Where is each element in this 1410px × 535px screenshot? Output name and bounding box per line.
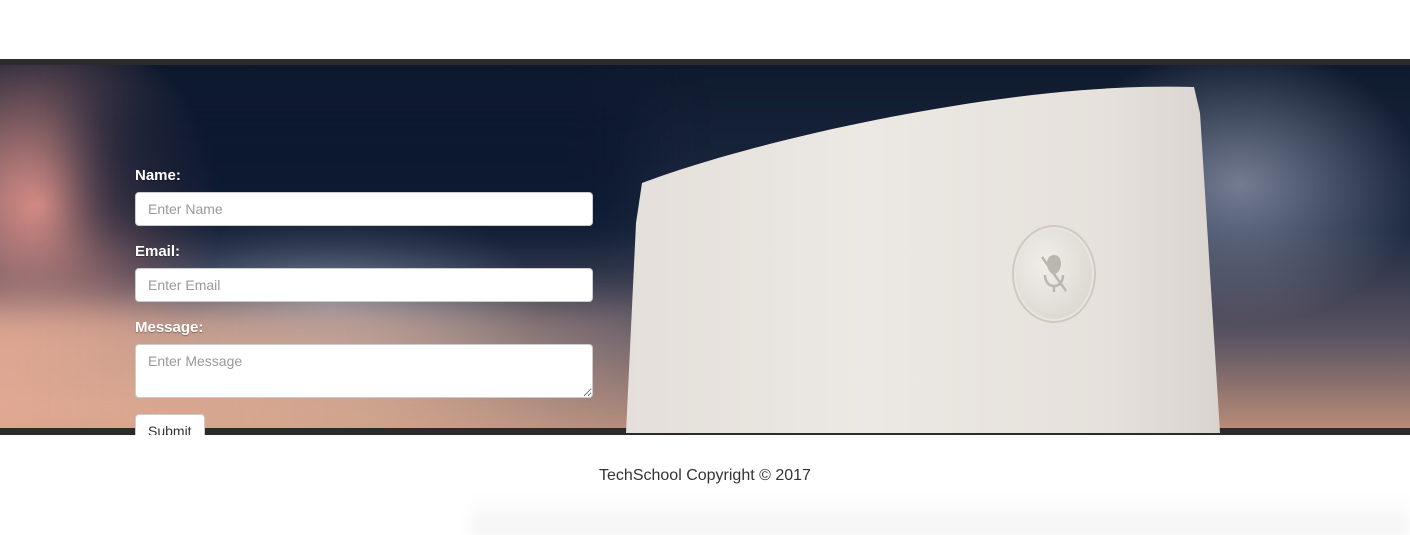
top-spacer [0, 0, 1410, 59]
contact-form: Name: Email: Message: Submit [135, 166, 593, 448]
name-input[interactable] [135, 192, 593, 226]
email-label: Email: [135, 243, 181, 260]
message-label: Message: [135, 319, 204, 336]
footer-shadow [470, 495, 1410, 535]
email-input[interactable] [135, 268, 593, 302]
hero-section: Name: Email: Message: Submit [0, 59, 1410, 448]
copyright-text: TechSchool Copyright © 2017 [599, 467, 811, 484]
name-label: Name: [135, 167, 181, 184]
footer: TechSchool Copyright © 2017 [0, 435, 1410, 535]
mic-off-icon [1040, 255, 1068, 292]
message-textarea[interactable] [135, 344, 593, 398]
